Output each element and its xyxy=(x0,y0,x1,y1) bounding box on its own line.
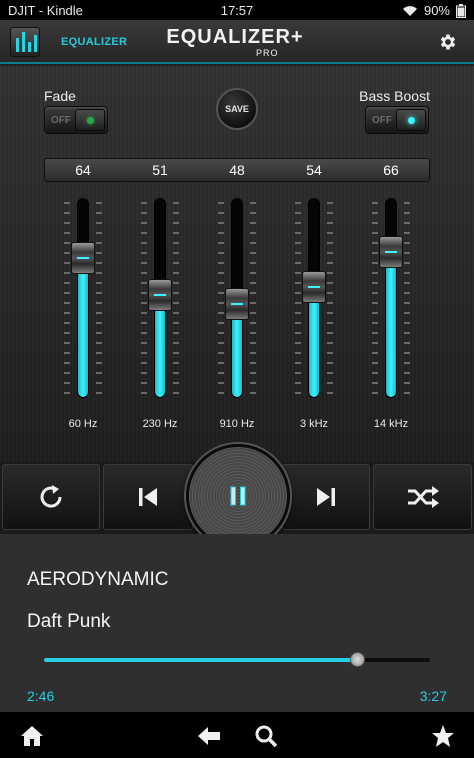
band-value: 54 xyxy=(306,162,322,178)
battery-percent: 90% xyxy=(423,3,450,18)
bass-boost-toggle-knob xyxy=(396,109,426,131)
slider-track xyxy=(385,198,397,398)
logo-main-text: EQUALIZER+ xyxy=(166,26,304,48)
elapsed-time: 2:46 xyxy=(27,688,55,704)
track-artist: Daft Punk xyxy=(27,611,111,632)
repeat-icon xyxy=(40,485,62,508)
status-bar: DJIT - Kindle 17:57 90% xyxy=(0,0,474,20)
bass-boost-label: Bass Boost xyxy=(359,88,430,104)
seek-thumb[interactable] xyxy=(349,652,365,667)
app-logo-icon[interactable] xyxy=(10,27,40,57)
repeat-button[interactable] xyxy=(2,464,100,530)
home-icon[interactable] xyxy=(20,724,44,748)
eq-band-slider[interactable] xyxy=(361,194,421,404)
play-pause-button[interactable] xyxy=(186,444,290,548)
band-value: 48 xyxy=(229,162,245,178)
previous-icon xyxy=(139,488,157,506)
slider-handle[interactable] xyxy=(148,279,172,311)
logo-sub-text: PRO xyxy=(256,48,279,58)
transport-controls xyxy=(0,444,474,548)
slider-fill xyxy=(386,251,396,397)
slider-handle[interactable] xyxy=(225,288,249,320)
band-frequency-label: 60 Hz xyxy=(68,418,98,430)
next-button[interactable] xyxy=(282,464,370,530)
band-value: 66 xyxy=(383,162,399,178)
fade-label: Fade xyxy=(44,88,76,104)
seek-progress xyxy=(44,658,357,662)
band-frequency-label: 910 Hz xyxy=(219,418,255,430)
slider-handle[interactable] xyxy=(379,236,403,268)
band-frequency-label: 230 Hz xyxy=(142,418,178,430)
battery-icon xyxy=(456,3,466,18)
band-frequency-label: 3 kHz xyxy=(299,418,329,430)
bass-boost-toggle-state: OFF xyxy=(372,115,392,126)
eq-band-slider[interactable] xyxy=(130,194,190,404)
slider-track xyxy=(77,198,89,398)
next-icon xyxy=(317,488,335,506)
eq-band-slider[interactable] xyxy=(207,194,267,404)
slider-handle[interactable] xyxy=(71,242,95,274)
nav-spinner-label[interactable]: EQUALIZER xyxy=(61,36,127,48)
app-bar: EQUALIZER EQUALIZER+ PRO xyxy=(0,20,474,64)
fade-toggle-state: OFF xyxy=(51,115,71,126)
star-icon[interactable] xyxy=(431,724,455,748)
back-icon[interactable] xyxy=(197,724,221,748)
fade-toggle-knob xyxy=(75,109,105,131)
total-duration: 3:27 xyxy=(419,688,447,704)
slider-handle[interactable] xyxy=(302,271,326,303)
band-value: 51 xyxy=(152,162,168,178)
save-button[interactable]: SAVE xyxy=(216,88,258,130)
band-frequency-label: 14 kHz xyxy=(373,418,409,430)
slider-fill xyxy=(78,257,88,397)
fade-toggle[interactable]: OFF xyxy=(44,106,108,134)
pause-icon xyxy=(230,486,246,506)
bass-boost-toggle[interactable]: OFF xyxy=(365,106,429,134)
search-icon[interactable] xyxy=(254,724,278,748)
fade-led-icon xyxy=(87,117,94,124)
seek-bar[interactable] xyxy=(44,652,430,667)
eq-band-slider[interactable] xyxy=(284,194,344,404)
track-title: AERODYNAMIC xyxy=(27,569,169,590)
shuffle-button[interactable] xyxy=(373,464,472,530)
wifi-icon xyxy=(402,5,417,16)
previous-button[interactable] xyxy=(103,464,193,530)
gear-icon[interactable] xyxy=(438,32,458,52)
eq-band-slider[interactable] xyxy=(53,194,113,404)
bass-boost-led-icon xyxy=(408,117,415,124)
system-nav-bar xyxy=(0,712,474,758)
status-right: 90% xyxy=(402,3,466,18)
now-playing-panel: AERODYNAMIC Daft Punk 2:46 3:27 xyxy=(0,534,474,712)
app-title-logo: EQUALIZER+ PRO xyxy=(160,26,310,58)
equalizer-panel: Fade OFF SAVE Bass Boost OFF 64 51 48 54… xyxy=(0,66,474,462)
band-value: 64 xyxy=(75,162,91,178)
app-root: DJIT - Kindle 17:57 90% EQUALIZER EQUALI… xyxy=(0,0,474,758)
shuffle-icon xyxy=(407,486,439,508)
